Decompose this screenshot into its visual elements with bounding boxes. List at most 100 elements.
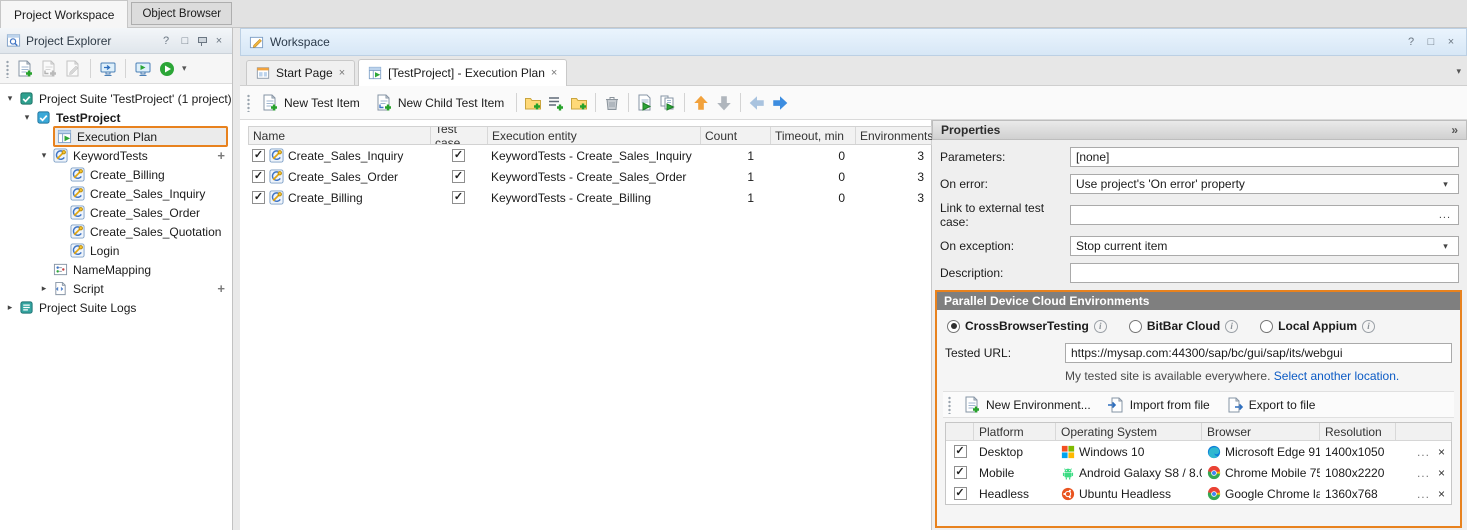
tab-project-workspace[interactable]: Project Workspace: [0, 0, 128, 28]
environment-row[interactable]: Mobile Android Galaxy S8 / 8.0 Chrome Mo…: [946, 462, 1451, 483]
link-external-input[interactable]: ...: [1070, 205, 1459, 225]
tree-item-login[interactable]: Login: [0, 241, 232, 260]
tab-object-browser[interactable]: Object Browser: [131, 2, 232, 25]
remove-environment-icon[interactable]: ×: [1438, 466, 1445, 480]
test-case-checkbox[interactable]: [452, 191, 465, 204]
toolbar-grip[interactable]: [947, 396, 952, 414]
run-project-button[interactable]: [158, 60, 176, 78]
environment-checkbox[interactable]: [954, 445, 967, 458]
toolbar-grip[interactable]: [246, 94, 251, 112]
export-to-file-button[interactable]: Export to file: [1221, 394, 1321, 416]
move-down-button[interactable]: [715, 94, 733, 112]
expander-open-icon[interactable]: ▾: [38, 150, 50, 161]
new-child-test-item-button[interactable]: New Child Test Item: [370, 91, 509, 115]
timeout-value[interactable]: 0: [838, 170, 845, 184]
toolbar-grip[interactable]: [5, 60, 10, 78]
tab-execution-plan[interactable]: [TestProject] - Execution Plan ×: [358, 59, 567, 86]
edit-item-button[interactable]: [64, 60, 82, 78]
edit-environment-button[interactable]: ...: [1417, 487, 1430, 501]
expander-closed-icon[interactable]: ▸: [38, 283, 50, 294]
tested-url-input[interactable]: [1065, 343, 1452, 363]
float-button[interactable]: □: [1424, 36, 1438, 48]
parameters-value[interactable]: [none]: [1070, 147, 1459, 167]
timeout-value[interactable]: 0: [838, 191, 845, 205]
chevron-down-icon[interactable]: ▾: [1438, 241, 1453, 252]
environments-count[interactable]: 3: [917, 170, 924, 184]
run-selected-button[interactable]: [636, 94, 654, 112]
column-header-platform[interactable]: Platform: [974, 423, 1056, 440]
remove-environment-icon[interactable]: ×: [1438, 445, 1445, 459]
info-icon[interactable]: [1362, 320, 1375, 333]
collapse-panel-icon[interactable]: »: [1451, 123, 1458, 137]
timeout-value[interactable]: 0: [838, 149, 845, 163]
tab-list-caret-icon[interactable]: ▾: [1456, 66, 1461, 77]
help-button[interactable]: ?: [1404, 36, 1418, 48]
table-row[interactable]: Create_Sales_Inquiry KeywordTests - Crea…: [248, 145, 932, 166]
radio-bitbar-cloud[interactable]: BitBar Cloud: [1129, 319, 1238, 333]
expander-open-icon[interactable]: ▾: [4, 93, 16, 104]
count-value[interactable]: 1: [747, 170, 754, 184]
select-location-link[interactable]: Select another location.: [1274, 369, 1399, 383]
column-header-count[interactable]: Count: [701, 127, 771, 144]
add-folder-button[interactable]: [570, 94, 588, 112]
tree-item-keywordtests[interactable]: ▾ KeywordTests +: [0, 146, 232, 165]
import-from-file-button[interactable]: Import from file: [1102, 394, 1215, 416]
enabled-checkbox[interactable]: [252, 170, 265, 183]
help-button[interactable]: ?: [159, 35, 173, 47]
count-value[interactable]: 1: [747, 191, 754, 205]
column-header-name[interactable]: Name: [249, 127, 431, 144]
pin-icon[interactable]: [197, 35, 207, 47]
expander-open-icon[interactable]: ▾: [21, 112, 33, 123]
add-items-list-button[interactable]: [547, 94, 565, 112]
column-header-os[interactable]: Operating System: [1056, 423, 1202, 440]
environments-count[interactable]: 3: [917, 149, 924, 163]
column-header-resolution[interactable]: Resolution: [1320, 423, 1396, 440]
add-item-button[interactable]: [16, 60, 34, 78]
new-test-item-button[interactable]: New Test Item: [256, 91, 365, 115]
remove-environment-icon[interactable]: ×: [1438, 487, 1445, 501]
close-tab-icon[interactable]: ×: [339, 67, 345, 79]
column-header-execution-entity[interactable]: Execution entity: [488, 127, 701, 144]
add-existing-item-button[interactable]: [40, 60, 58, 78]
delete-item-button[interactable]: [603, 94, 621, 112]
test-case-checkbox[interactable]: [452, 170, 465, 183]
run-options-caret-icon[interactable]: ▾: [182, 63, 187, 74]
run-focused-button[interactable]: [659, 94, 677, 112]
run-test-button[interactable]: [134, 60, 152, 78]
environment-row[interactable]: Headless Ubuntu Headless Google Chrome l…: [946, 483, 1451, 504]
enabled-checkbox[interactable]: [252, 149, 265, 162]
browse-button[interactable]: ...: [1437, 209, 1453, 221]
info-icon[interactable]: [1225, 320, 1238, 333]
expander-closed-icon[interactable]: ▸: [4, 302, 16, 313]
edit-environment-button[interactable]: ...: [1417, 466, 1430, 480]
tree-item-project-suite-logs[interactable]: ▸ Project Suite Logs: [0, 298, 232, 317]
environment-checkbox[interactable]: [954, 466, 967, 479]
environment-row[interactable]: Desktop Windows 10 Microsoft Edge 91 140…: [946, 441, 1451, 462]
environments-count[interactable]: 3: [917, 191, 924, 205]
add-keyword-test-button[interactable]: +: [217, 148, 225, 163]
tree-item-create-sales-quotation[interactable]: Create_Sales_Quotation: [0, 222, 232, 241]
column-header-timeout[interactable]: Timeout, min: [771, 127, 856, 144]
close-panel-button[interactable]: ×: [212, 35, 226, 47]
tree-item-testproject[interactable]: ▾ TestProject: [0, 108, 232, 127]
radio-icon[interactable]: [1260, 320, 1273, 333]
on-exception-dropdown[interactable]: Stop current item ▾: [1070, 236, 1459, 256]
run-state-button[interactable]: [99, 60, 117, 78]
tree-item-create-sales-order[interactable]: Create_Sales_Order: [0, 203, 232, 222]
table-row[interactable]: Create_Billing KeywordTests - Create_Bil…: [248, 187, 932, 208]
radio-icon[interactable]: [1129, 320, 1142, 333]
tree-item-execution-plan[interactable]: Execution Plan: [0, 127, 232, 146]
enabled-checkbox[interactable]: [252, 191, 265, 204]
outdent-button[interactable]: [748, 94, 766, 112]
tree-item-namemapping[interactable]: NameMapping: [0, 260, 232, 279]
column-header-browser[interactable]: Browser: [1202, 423, 1320, 440]
info-icon[interactable]: [1094, 320, 1107, 333]
close-panel-button[interactable]: ×: [1444, 36, 1458, 48]
chevron-down-icon[interactable]: ▾: [1438, 179, 1453, 190]
tree-item-create-billing[interactable]: Create_Billing: [0, 165, 232, 184]
radio-local-appium[interactable]: Local Appium: [1260, 319, 1375, 333]
description-input[interactable]: [1070, 263, 1459, 283]
new-environment-button[interactable]: New Environment...: [958, 394, 1096, 416]
column-header-test-case[interactable]: Test case: [431, 127, 488, 144]
close-tab-icon[interactable]: ×: [551, 67, 557, 79]
